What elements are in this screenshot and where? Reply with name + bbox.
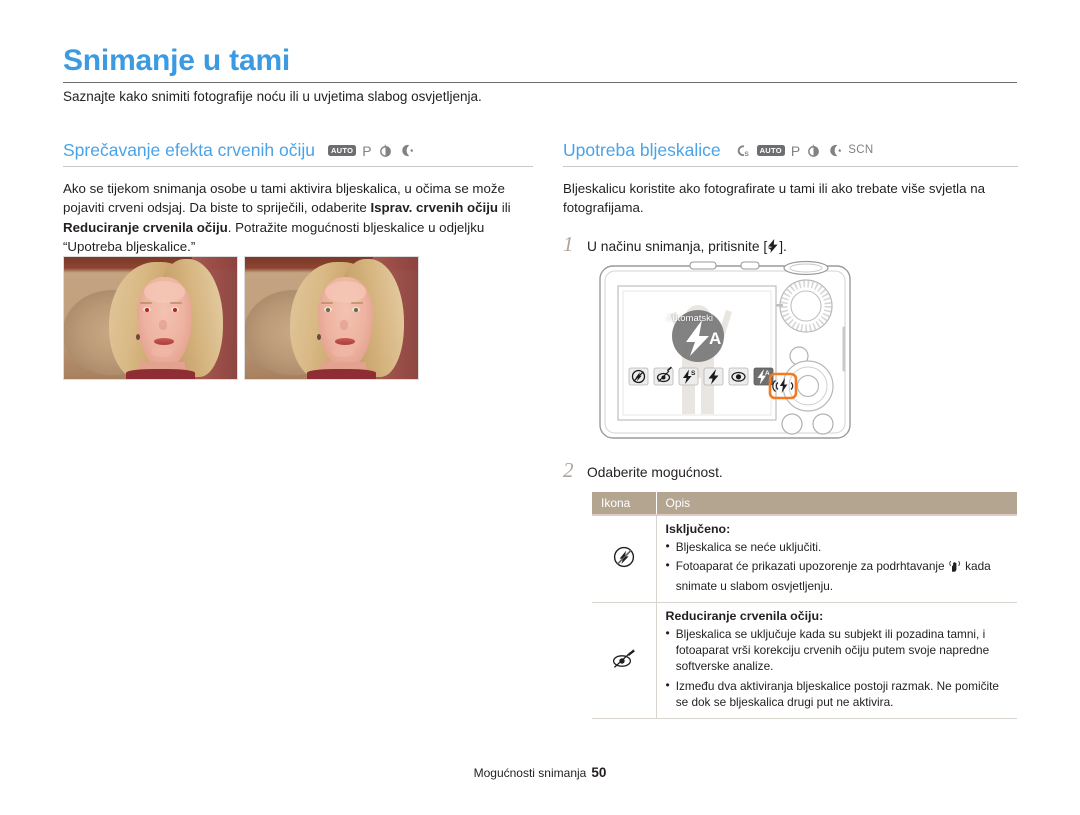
flash-options-table: Ikona Opis Isključeno: • Bljeskalica se …	[592, 492, 1017, 720]
table-row: Reduciranje crvenila očiju: • Bljeskalic…	[592, 602, 1017, 720]
row-icon-red-eye-reduction	[592, 602, 657, 720]
bullet-item: • Fotoaparat će prikazati upozorenje za …	[666, 558, 1009, 594]
row-icon-flash-off	[592, 515, 657, 603]
dual-is-mode-icon	[378, 143, 393, 158]
page-footer: Mogućnosti snimanja 50	[0, 765, 1080, 780]
page-intro: Saznajte kako snimiti fotografije noću i…	[63, 89, 482, 104]
step-1-number: 1	[563, 231, 574, 256]
bullet-dot: •	[665, 625, 670, 640]
flash-button-icon	[767, 238, 779, 253]
bullet-text: Između dva aktiviranja bljeskalice posto…	[675, 678, 999, 709]
night-mode-icon	[827, 143, 842, 158]
step-2-text: Odaberite mogućnost.	[587, 465, 723, 480]
right-section-header: Upotreba bljeskalice S AUTO P SCN	[563, 140, 1018, 167]
page-title: Snimanje u tami	[63, 44, 291, 77]
row-description-flash-off: Isključeno: • Bljeskalica se neće uključ…	[656, 515, 1017, 603]
bullet-item: • Između dva aktiviranja bljeskalice pos…	[666, 678, 1009, 711]
program-mode-icon: P	[790, 142, 801, 159]
table-header-row: Ikona Opis	[592, 492, 1017, 516]
bullet-text: Bljeskalica se neće uključiti.	[675, 540, 822, 554]
bullet-dot: •	[665, 558, 670, 573]
right-mode-icon-list: S AUTO P SCN	[734, 143, 874, 158]
option-title-text: Reduciranje crvenila očiju	[665, 608, 820, 623]
program-mode-icon: P	[362, 142, 372, 159]
right-body-text: Bljeskalicu koristite ako fotografirate …	[563, 181, 986, 216]
svg-text:S: S	[691, 370, 696, 377]
option-title: Reduciranje crvenila očiju:	[665, 608, 824, 623]
svg-text:A: A	[709, 329, 721, 348]
left-column: Sprečavanje efekta crvenih očiju AUTO P	[63, 140, 533, 256]
svg-text:A: A	[765, 370, 770, 377]
sample-photo-pair	[63, 256, 419, 380]
table-row: Isključeno: • Bljeskalica se neće uključ…	[592, 515, 1017, 603]
flash-off-icon	[613, 547, 634, 568]
right-column: Upotreba bljeskalice S AUTO P SCN Bljesk…	[563, 140, 1018, 255]
step-1-text: U načinu snimanja, pritisnite [ ].	[587, 238, 787, 254]
bullet-item: • Bljeskalica se neće uključiti.	[666, 539, 1009, 555]
left-mode-icon-list: AUTO P	[327, 142, 414, 159]
auto-mode-icon: AUTO	[327, 145, 357, 156]
title-divider	[63, 82, 1017, 83]
left-text-part-2: ili	[498, 200, 511, 216]
red-eye-reduction-icon	[612, 649, 635, 668]
column-header-ikona: Ikona	[592, 492, 656, 516]
camera-illustration: A S A Automatski	[578, 258, 878, 448]
document-page: Snimanje u tami Saznajte kako snimiti fo…	[0, 0, 1080, 815]
footer-section-label: Mogućnosti snimanja	[473, 766, 587, 780]
svg-text:S: S	[744, 151, 749, 158]
step-2-number: 2	[563, 458, 574, 482]
option-title: Isključeno:	[665, 522, 731, 536]
screen-mode-label: Automatski	[666, 313, 713, 324]
right-section-title: Upotreba bljeskalice	[563, 140, 721, 160]
column-header-opis: Opis	[655, 492, 1017, 516]
left-body-text: Ako se tijekom snimanja osobe u tami akt…	[63, 179, 533, 256]
dual-is-mode-icon	[806, 143, 821, 158]
step-1-text-before: U načinu snimanja, pritisnite [	[587, 238, 768, 254]
left-bold-option-1: Isprav. crvenih očiju	[370, 200, 499, 216]
option-title-text: Isključeno	[665, 522, 727, 536]
step-2: 2 Odaberite mogućnost.	[563, 460, 723, 481]
bullet-text: Bljeskalica se uključuje kada su subjekt…	[675, 626, 990, 674]
bullet-dot: •	[665, 677, 670, 692]
step-1: 1 U načinu snimanja, pritisnite [ ].	[563, 231, 1018, 256]
row-description-red-eye-reduction: Reduciranje crvenila očiju: • Bljeskalic…	[656, 602, 1017, 720]
smart-auto-mode-icon: S	[734, 144, 751, 158]
auto-mode-icon: AUTO	[756, 145, 785, 156]
bullet-dot: •	[665, 539, 670, 553]
footer-page-number: 50	[591, 765, 607, 780]
bullet-text-with-shake-icon: Fotoaparat će prikazati upozorenje za po…	[675, 559, 991, 593]
night-mode-icon	[399, 143, 414, 158]
left-section-header: Sprečavanje efekta crvenih očiju AUTO P	[63, 140, 533, 167]
left-bold-option-2: Reduciranje crvenila očiju	[63, 219, 228, 235]
bullet-item: • Bljeskalica se uključuje kada su subje…	[666, 626, 1009, 675]
step-1-text-after: ].	[779, 238, 787, 254]
left-section-title: Sprečavanje efekta crvenih očiju	[63, 140, 315, 160]
photo-red-eye-after	[244, 256, 419, 380]
camera-shake-icon	[948, 559, 962, 577]
scene-mode-icon: SCN	[848, 143, 874, 156]
photo-red-eye-before	[63, 256, 238, 380]
